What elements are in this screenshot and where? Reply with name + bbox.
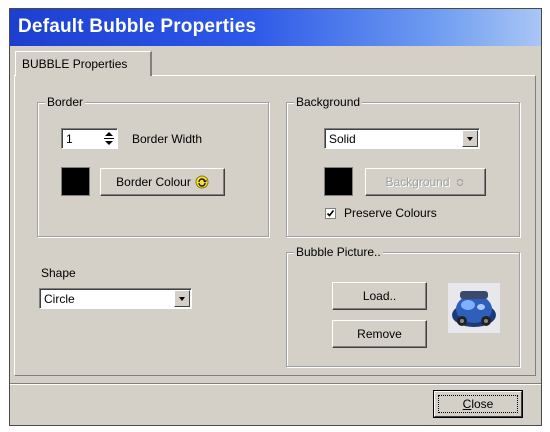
background-colour-swatch: [324, 167, 353, 196]
background-button-label: Background: [385, 175, 450, 189]
colour-palette-icon: [456, 178, 463, 186]
bubble-picture-group-label: Bubble Picture..: [294, 245, 383, 259]
border-width-label: Border Width: [132, 132, 203, 146]
load-button-label: Load..: [362, 289, 397, 303]
shape-label: Shape: [41, 266, 76, 280]
border-group-label: Border: [45, 95, 86, 109]
border-width-stepper[interactable]: 1: [61, 128, 118, 149]
footer-separator: [10, 383, 541, 385]
focus-rectangle: [438, 395, 518, 413]
load-picture-button[interactable]: Load..: [332, 282, 427, 310]
bubble-picture-thumbnail-icon: [448, 283, 500, 333]
title-bar[interactable]: Default Bubble Properties: [10, 9, 541, 46]
checkmark-icon: [326, 210, 335, 217]
shape-value: Circle: [44, 292, 75, 306]
background-group-label: Background: [294, 95, 363, 109]
background-group: Background Solid Background Preserve Col…: [286, 95, 520, 237]
tab-label: BUBBLE Properties: [22, 57, 128, 71]
preserve-colours-label: Preserve Colours: [344, 206, 437, 220]
border-colour-swatch: [61, 167, 90, 196]
shape-select[interactable]: Circle: [39, 288, 192, 309]
bubble-picture-group: Bubble Picture.. Load.. Remove: [286, 245, 520, 367]
border-colour-button-label: Border Colour: [116, 175, 191, 189]
background-style-select[interactable]: Solid: [324, 128, 480, 149]
dialog-window: Default Bubble Properties BUBBLE Propert…: [9, 8, 542, 426]
border-width-value: 1: [66, 132, 73, 146]
remove-button-label: Remove: [357, 327, 402, 341]
window-title: Default Bubble Properties: [18, 16, 257, 37]
background-style-value: Solid: [329, 132, 356, 146]
border-group: Border 1 Border Width Border Colour: [37, 95, 269, 237]
tab-bubble-properties[interactable]: BUBBLE Properties: [15, 51, 152, 76]
border-colour-button[interactable]: Border Colour: [100, 168, 225, 196]
preserve-colours-checkbox[interactable]: [325, 208, 336, 219]
chevron-down-icon[interactable]: [174, 290, 190, 307]
colour-palette-icon: [195, 175, 209, 189]
spin-arrows-icon[interactable]: [102, 130, 116, 147]
background-button[interactable]: Background: [365, 168, 486, 196]
chevron-down-icon[interactable]: [462, 130, 478, 147]
close-button[interactable]: Close: [433, 390, 523, 418]
remove-picture-button[interactable]: Remove: [332, 320, 427, 348]
